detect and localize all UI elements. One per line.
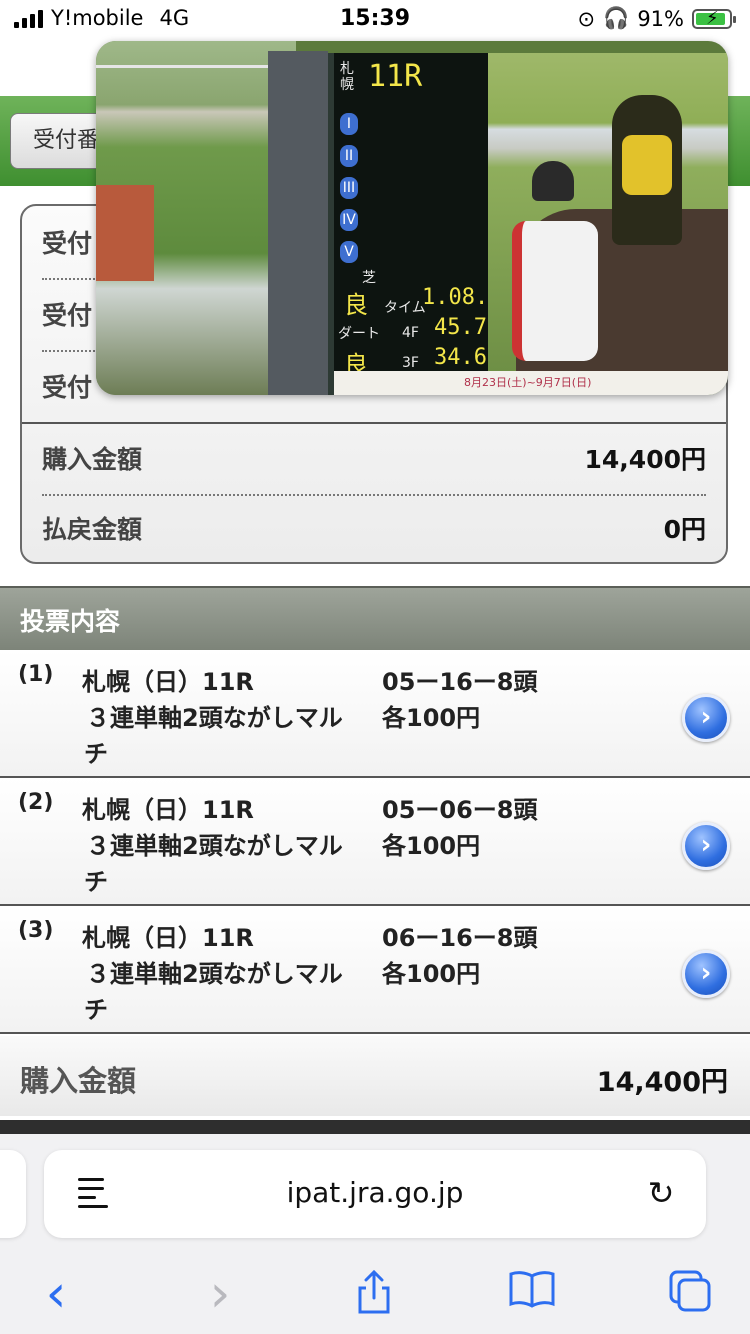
bet-item[interactable]: (1) 札幌（日）11R ３連単軸2頭ながしマル チ 05ー16ー8頭 各100…	[0, 650, 750, 778]
video-banner: 8月23日(土)~9月7日(日)	[334, 371, 728, 395]
video-board-frame	[268, 51, 328, 395]
roman-2: II	[340, 145, 358, 167]
total-row: 購入金額 14,400円	[0, 1036, 750, 1116]
total-value: 14,400円	[596, 1067, 728, 1098]
charging-bolt-icon: ⚡	[706, 7, 719, 29]
bet-amount: 各100円	[382, 960, 481, 988]
chevron-right-icon[interactable]: ›	[682, 822, 730, 870]
3f-label: 3F	[402, 355, 419, 371]
bet-type: ３連単軸2頭ながしマル	[86, 960, 343, 988]
bet-index: (2)	[18, 790, 54, 815]
refund-label: 払戻金額	[42, 515, 143, 544]
summary-row-label: 受付	[42, 301, 93, 330]
bet-index: (3)	[18, 918, 54, 943]
bet-type-cont: チ	[84, 868, 108, 896]
forward-icon[interactable]: ›	[190, 1268, 250, 1320]
3f-value: 34.6	[434, 345, 487, 370]
bet-type-cont: チ	[84, 740, 108, 768]
dirt-label: ダート	[338, 326, 380, 342]
rotation-lock-icon: ⊙	[577, 6, 596, 31]
video-scoreboard: 札幌 11R I II III IV V 芝 良 タイム 1.08.2 ダート …	[328, 53, 501, 395]
bet-amount: 各100円	[382, 704, 481, 732]
4f-label: 4F	[402, 325, 419, 341]
jockey-yellow	[612, 95, 682, 245]
time-label: タイム	[384, 300, 426, 316]
roman-4: IV	[340, 209, 358, 231]
bet-combination: 06ー16ー8頭	[382, 924, 538, 952]
video-banner-text: 8月23日(土)~9月7日(日)	[464, 376, 592, 389]
bet-combination: 05ー06ー8頭	[382, 796, 538, 824]
pip-video[interactable]: 札幌 11R I II III IV V 芝 良 タイム 1.08.2 ダート …	[96, 41, 728, 395]
bet-index: (1)	[18, 662, 54, 687]
summary-row-purchase: 購入金額 14,400円	[42, 424, 706, 492]
bet-race: 札幌（日）11R	[82, 924, 254, 952]
reload-icon[interactable]: ↻	[642, 1174, 680, 1212]
headphones-icon: 🎧	[603, 6, 630, 30]
bet-amount: 各100円	[382, 832, 481, 860]
total-label: 購入金額	[20, 1064, 137, 1098]
url-text[interactable]: ipat.jra.go.jp	[44, 1176, 706, 1209]
bet-race: 札幌（日）11R	[82, 796, 254, 824]
battery-icon: ⚡	[692, 7, 736, 29]
turf-condition: 良	[344, 291, 368, 319]
battery-percent: 91%	[637, 6, 684, 31]
address-bar[interactable]: ipat.jra.go.jp ↻	[44, 1150, 706, 1238]
footer-bar	[0, 1120, 750, 1134]
summary-row-label: 受付	[42, 373, 93, 402]
video-track-scene	[96, 41, 296, 395]
bookmarks-icon[interactable]	[502, 1268, 562, 1320]
browser-chrome: ipat.jra.go.jp ↻ ‹ ›	[0, 1134, 750, 1334]
roman-1: I	[340, 113, 358, 135]
bet-item[interactable]: (2) 札幌（日）11R ３連単軸2頭ながしマル チ 05ー06ー8頭 各100…	[0, 778, 750, 906]
bet-item[interactable]: (3) 札幌（日）11R ３連単軸2頭ながしマル チ 06ー16ー8頭 各100…	[0, 906, 750, 1034]
bet-type: ３連単軸2頭ながしマル	[86, 704, 343, 732]
chevron-right-icon[interactable]: ›	[682, 950, 730, 998]
jockey-red-white	[512, 161, 598, 361]
roman-5: V	[340, 241, 358, 263]
bet-type-cont: チ	[84, 996, 108, 1024]
roman-3: III	[340, 177, 358, 199]
summary-row-label: 受付	[42, 229, 93, 258]
turf-label: 芝	[362, 270, 376, 286]
summary-row-refund: 払戻金額 0円	[42, 494, 706, 562]
section-title: 投票内容	[20, 607, 121, 636]
back-button-label: 受付番	[33, 128, 100, 153]
purchase-value: 14,400円	[584, 445, 706, 474]
refund-value: 0円	[663, 515, 706, 544]
scoreboard-venue: 札幌	[340, 61, 354, 93]
status-right: ⊙ 🎧 91% ⚡	[577, 6, 736, 31]
scoreboard-race: 11R	[368, 59, 423, 94]
section-header: 投票内容	[0, 586, 750, 650]
status-bar: Y!mobile 4G 15:39 ⊙ 🎧 91% ⚡	[0, 0, 750, 44]
back-icon[interactable]: ‹	[26, 1268, 86, 1320]
4f-value: 45.7	[434, 315, 487, 340]
bet-combination: 05ー16ー8頭	[382, 668, 538, 696]
bet-race: 札幌（日）11R	[82, 668, 254, 696]
browser-toolbar: ‹ ›	[0, 1264, 750, 1324]
purchase-label: 購入金額	[42, 445, 143, 474]
share-icon[interactable]	[344, 1268, 404, 1320]
previous-tab-card[interactable]	[0, 1150, 26, 1238]
tabs-icon[interactable]	[660, 1268, 720, 1320]
bet-type: ３連単軸2頭ながしマル	[86, 832, 343, 860]
chevron-right-icon[interactable]: ›	[682, 694, 730, 742]
